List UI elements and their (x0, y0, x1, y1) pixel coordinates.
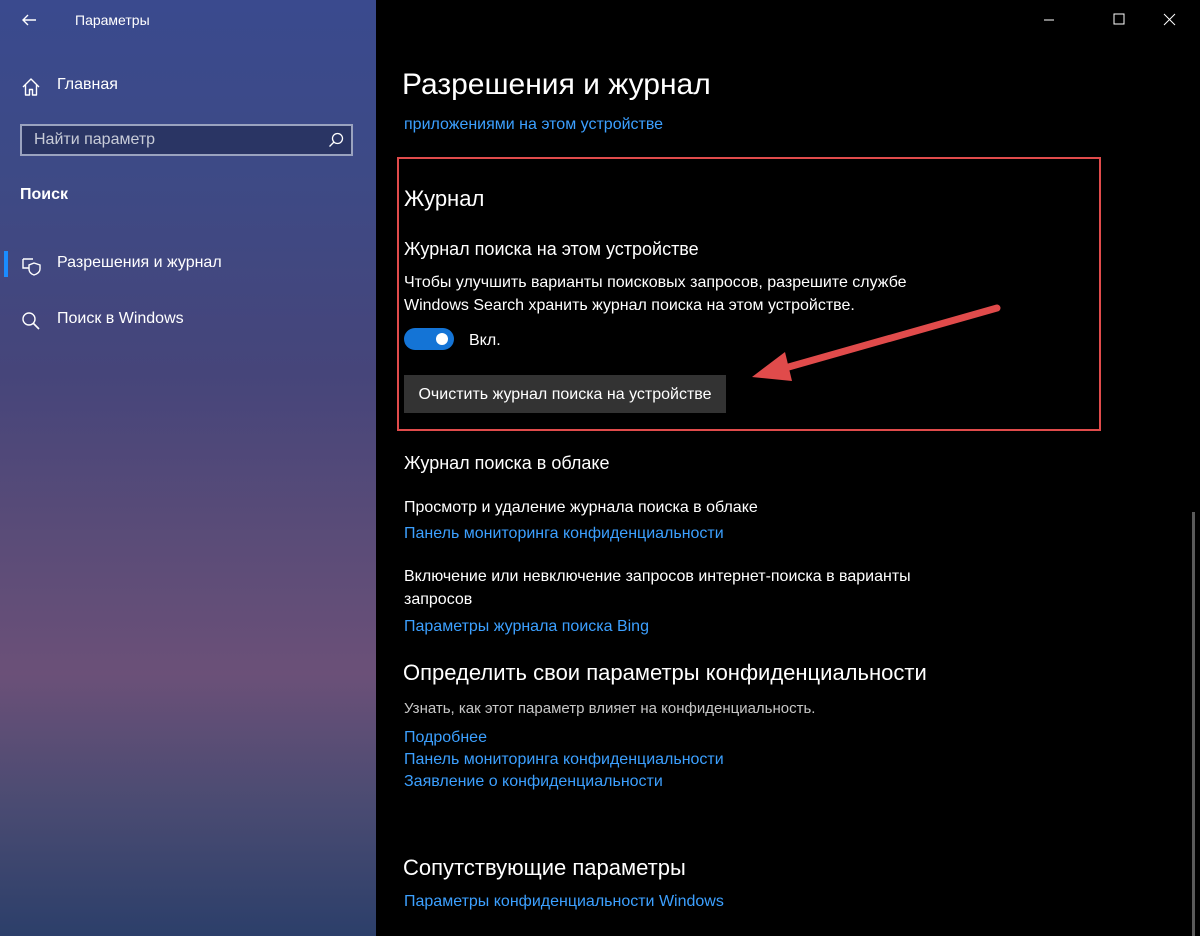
toggle-knob (436, 333, 448, 345)
maximize-button[interactable] (1096, 0, 1142, 40)
page-title: Разрешения и журнал (402, 68, 711, 101)
toggle-state-label: Вкл. (469, 332, 501, 349)
close-button[interactable] (1146, 0, 1192, 40)
bing-history-settings-link[interactable]: Параметры журнала поиска Bing (404, 618, 649, 636)
device-history-heading: Журнал поиска на этом устройстве (404, 239, 699, 259)
sidebar: Параметры Главная Поиск Разрешения и жур… (0, 0, 376, 936)
windows-privacy-settings-link[interactable]: Параметры конфиденциальности Windows (404, 893, 724, 911)
search-icon[interactable] (327, 131, 345, 149)
maximize-icon (1113, 13, 1125, 25)
sidebar-item-label: Главная (57, 76, 118, 93)
description-line: запросов (404, 591, 473, 608)
settings-search-input[interactable] (22, 126, 324, 154)
sidebar-item-home[interactable]: Главная (0, 68, 376, 104)
internet-search-text: Включение или невключение запросов интер… (404, 565, 911, 611)
sidebar-item-windows-search[interactable]: Поиск в Windows (0, 302, 376, 338)
privacy-statement-link[interactable]: Заявление о конфиденциальности (404, 773, 663, 791)
app-title: Параметры (75, 12, 150, 28)
back-button[interactable] (14, 6, 46, 34)
settings-search-box[interactable] (20, 124, 353, 156)
sidebar-item-label: Разрешения и журнал (57, 254, 222, 271)
app-permissions-link[interactable]: приложениями на этом устройстве (404, 116, 663, 134)
shield-search-icon (22, 258, 41, 276)
clear-device-history-button[interactable]: Очистить журнал поиска на устройстве (404, 375, 726, 413)
minimize-icon (1044, 19, 1054, 21)
cloud-history-heading: Журнал поиска в облаке (404, 453, 610, 473)
search-icon (22, 312, 40, 330)
privacy-heading: Определить свои параметры конфиденциальн… (403, 660, 927, 685)
history-heading: Журнал (404, 186, 485, 211)
close-icon (1163, 13, 1176, 26)
learn-more-link[interactable]: Подробнее (404, 729, 487, 747)
home-icon (22, 78, 40, 96)
scrollbar[interactable] (1192, 512, 1195, 936)
minimize-button[interactable] (1026, 0, 1072, 40)
sidebar-item-label: Поиск в Windows (57, 310, 184, 327)
annotation-arrow-icon (752, 304, 1001, 381)
related-settings-heading: Сопутствующие параметры (403, 855, 686, 880)
sidebar-section-label: Поиск (20, 186, 69, 203)
device-history-toggle[interactable] (404, 328, 454, 350)
privacy-dashboard-link[interactable]: Панель мониторинга конфиденциальности (404, 525, 724, 543)
privacy-dashboard-link-2[interactable]: Панель мониторинга конфиденциальности (404, 751, 724, 769)
privacy-description: Узнать, как этот параметр влияет на конф… (404, 700, 816, 717)
cloud-history-text: Просмотр и удаление журнала поиска в обл… (404, 499, 758, 516)
description-line: Включение или невключение запросов интер… (404, 568, 911, 585)
sidebar-item-permissions[interactable]: Разрешения и журнал (0, 246, 376, 282)
back-arrow-icon (22, 14, 36, 26)
description-line: Чтобы улучшить варианты поисковых запрос… (404, 274, 907, 291)
